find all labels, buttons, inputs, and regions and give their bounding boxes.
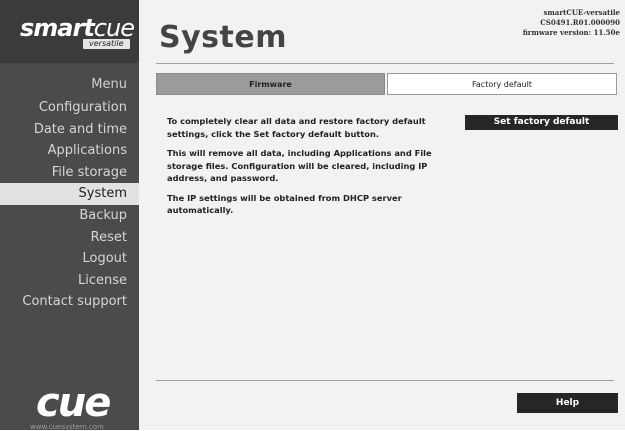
- tab-factory-default[interactable]: Factory default: [387, 73, 617, 95]
- page-title: System: [159, 20, 287, 55]
- logo-smart-text: smart: [20, 14, 95, 42]
- logo-cue-text: cue: [93, 14, 135, 42]
- factory-default-description: To completely clear all data and restore…: [167, 115, 467, 224]
- description-paragraph: The IP settings will be obtained from DH…: [167, 192, 402, 216]
- tab-bar: Firmware Factory default: [156, 73, 617, 97]
- device-serial: CS0491.R01.000090: [540, 18, 620, 27]
- sidebar-item-license[interactable]: License: [0, 270, 139, 292]
- menu-title: Menu: [91, 77, 127, 92]
- help-button[interactable]: Help: [517, 393, 618, 413]
- smartcue-logo: smartcue versatile: [0, 0, 139, 63]
- divider: [156, 63, 614, 64]
- main-content: Firmware Factory default To completely c…: [139, 63, 625, 430]
- page-header: System smartCUE-versatile CS0491.R01.000…: [139, 0, 625, 63]
- firmware-version: firmware version: 11.50e: [522, 28, 620, 37]
- device-info: smartCUE-versatile CS0491.R01.000090 fir…: [523, 8, 620, 38]
- sidebar-item-system[interactable]: System: [0, 183, 147, 205]
- sidebar-item-contact-support[interactable]: Contact support: [0, 291, 139, 313]
- sidebar-item-applications[interactable]: Applications: [0, 140, 139, 162]
- sidebar-nav: Configuration Date and time Applications…: [0, 97, 147, 313]
- sidebar-item-backup[interactable]: Backup: [0, 205, 139, 227]
- device-name: smartCUE-versatile: [543, 8, 620, 17]
- sidebar-item-file-storage[interactable]: File storage: [0, 162, 139, 184]
- sidebar: smartcue versatile Menu Configuration Da…: [0, 0, 147, 431]
- sidebar-item-date-and-time[interactable]: Date and time: [0, 119, 139, 141]
- cue-footer-logo: cue: [36, 380, 111, 426]
- set-factory-default-button[interactable]: Set factory default: [465, 115, 618, 130]
- description-paragraph: To completely clear all data and restore…: [167, 116, 426, 139]
- sidebar-item-reset[interactable]: Reset: [0, 227, 139, 249]
- tab-firmware[interactable]: Firmware: [156, 73, 385, 95]
- description-paragraph: This will remove all data, including App…: [167, 148, 432, 183]
- sidebar-item-logout[interactable]: Logout: [0, 248, 139, 270]
- divider: [156, 380, 614, 381]
- sidebar-item-configuration[interactable]: Configuration: [0, 97, 139, 119]
- logo-versatile-badge: versatile: [83, 39, 130, 49]
